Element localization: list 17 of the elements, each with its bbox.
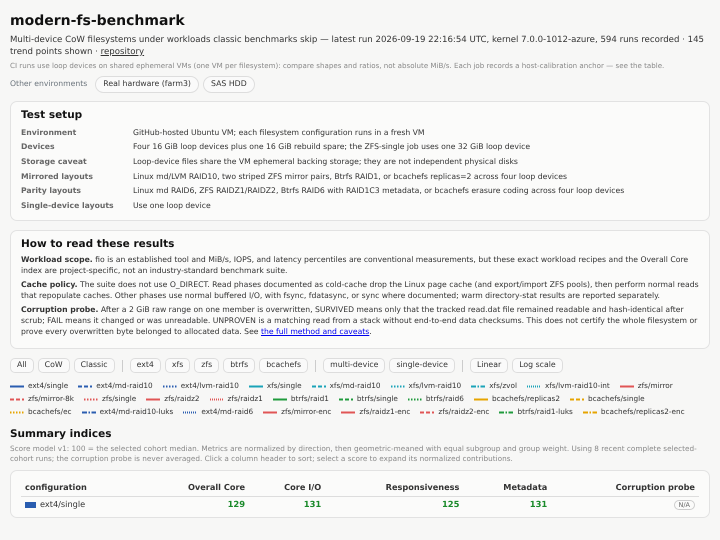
score-value[interactable]: 131 (530, 499, 548, 510)
configuration-name: ext4/single (40, 499, 86, 511)
column-header[interactable]: Metadata (463, 478, 552, 497)
column-header[interactable]: Core I/O (249, 478, 326, 497)
column-header[interactable]: Overall Core (139, 478, 250, 497)
page-title: modern-fs-benchmark (10, 13, 186, 30)
panel-title: How to read these results (21, 238, 176, 251)
repository-link[interactable]: repository (100, 46, 144, 57)
column-header[interactable]: configuration (21, 478, 139, 497)
column-header[interactable]: Corruption probe (551, 478, 699, 497)
score-value[interactable]: 125 (442, 499, 460, 510)
score-value[interactable]: 131 (304, 499, 322, 510)
column-header[interactable]: Responsiveness (325, 478, 464, 497)
subtitle-text: Multi-device CoW filesystems under workloads classic benchmarks skip — latest run 2026-09-19 22:16:54 UTC, kernel 7.0.0-1012-azure, 594 runs recorded · 145 trend points shown · repository (10, 34, 705, 59)
panel-title: Test setup (21, 109, 84, 122)
score-value[interactable]: 129 (228, 499, 246, 510)
section-title: Summary indices (10, 427, 112, 442)
